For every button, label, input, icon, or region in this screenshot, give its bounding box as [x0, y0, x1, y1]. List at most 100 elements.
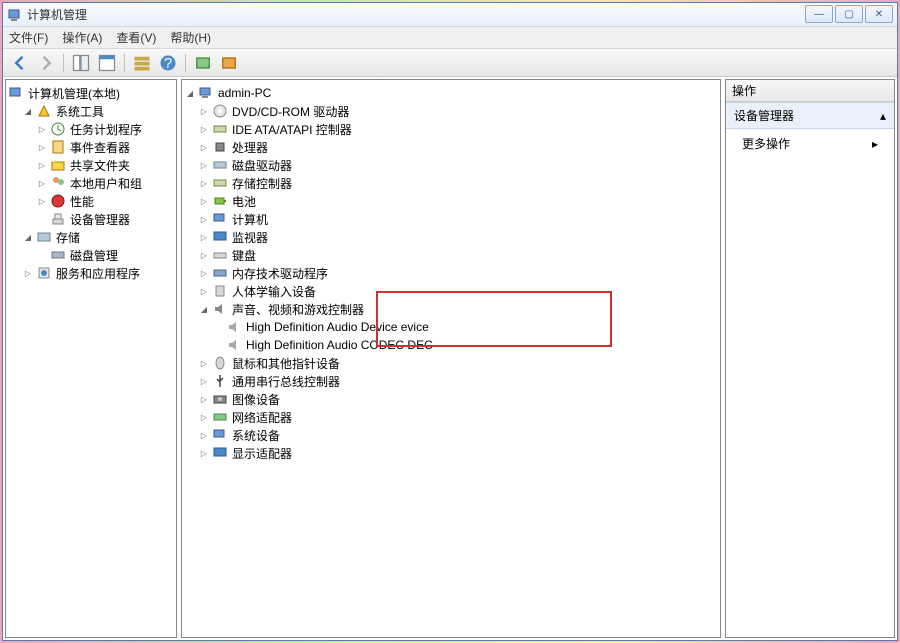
device-root[interactable]: ◢ admin-PC [184, 84, 718, 102]
forward-button[interactable] [35, 52, 57, 74]
tree-device-manager[interactable]: 设备管理器 [8, 210, 174, 228]
monitor-icon [212, 229, 228, 245]
expander-closed-icon[interactable]: ▷ [36, 177, 48, 189]
device-computer[interactable]: ▷计算机 [184, 210, 718, 228]
expander-closed-icon[interactable]: ▷ [198, 105, 210, 117]
expander-spacer [36, 249, 48, 261]
back-button[interactable] [9, 52, 31, 74]
ide-icon [212, 121, 228, 137]
menu-view[interactable]: 查看(V) [116, 29, 156, 46]
cpu-icon [212, 139, 228, 155]
memory-icon [212, 265, 228, 281]
expander-closed-icon[interactable]: ▷ [198, 429, 210, 441]
device-mouse[interactable]: ▷鼠标和其他指针设备 [184, 354, 718, 372]
collapse-icon[interactable]: ▴ [880, 109, 886, 123]
scan-hardware-button[interactable] [192, 52, 214, 74]
left-tree-pane[interactable]: 计算机管理(本地) ◢ 系统工具 ▷ 任务计划程序 ▷ 事件查看器 ▷ 共享文件… [5, 79, 177, 638]
device-ide[interactable]: ▷IDE ATA/ATAPI 控制器 [184, 120, 718, 138]
properties-button[interactable] [96, 52, 118, 74]
device-imaging[interactable]: ▷图像设备 [184, 390, 718, 408]
expander-open-icon[interactable]: ◢ [198, 303, 210, 315]
actions-header: 操作 [726, 80, 894, 102]
device-manager-icon [50, 211, 66, 227]
expander-closed-icon[interactable]: ▷ [198, 411, 210, 423]
menu-help[interactable]: 帮助(H) [170, 29, 211, 46]
menu-action[interactable]: 操作(A) [62, 29, 102, 46]
uninstall-button[interactable] [218, 52, 240, 74]
device-sound[interactable]: ◢声音、视频和游戏控制器 [184, 300, 718, 318]
actions-section-device-manager[interactable]: 设备管理器 ▴ [726, 102, 894, 129]
tree-root-computer-mgmt[interactable]: 计算机管理(本地) [8, 84, 174, 102]
battery-icon [212, 193, 228, 209]
device-memory-tech[interactable]: ▷内存技术驱动程序 [184, 264, 718, 282]
expander-closed-icon[interactable]: ▷ [198, 447, 210, 459]
tree-local-users[interactable]: ▷ 本地用户和组 [8, 174, 174, 192]
app-window: 计算机管理 — ▢ ✕ 文件(F) 操作(A) 查看(V) 帮助(H) ? 计算… [2, 2, 898, 641]
device-keyboard[interactable]: ▷键盘 [184, 246, 718, 264]
device-display[interactable]: ▷显示适配器 [184, 444, 718, 462]
show-hide-console-tree-button[interactable] [70, 52, 92, 74]
expander-closed-icon[interactable]: ▷ [198, 159, 210, 171]
expander-open-icon[interactable]: ◢ [184, 87, 196, 99]
speaker-icon [226, 319, 242, 335]
minimize-button[interactable]: — [805, 5, 833, 23]
dvd-icon [212, 103, 228, 119]
device-battery[interactable]: ▷电池 [184, 192, 718, 210]
expander-closed-icon[interactable]: ▷ [198, 123, 210, 135]
imaging-icon [212, 391, 228, 407]
expander-open-icon[interactable]: ◢ [22, 231, 34, 243]
center-tree-pane[interactable]: ◢ admin-PC ▷DVD/CD-ROM 驱动器 ▷IDE ATA/ATAP… [181, 79, 721, 638]
device-cpu[interactable]: ▷处理器 [184, 138, 718, 156]
device-hd-audio-device[interactable]: High Definition Audio Device evice [184, 318, 718, 336]
help-button[interactable]: ? [157, 52, 179, 74]
expander-closed-icon[interactable]: ▷ [198, 249, 210, 261]
actions-more[interactable]: 更多操作 ▸ [726, 129, 894, 158]
expander-closed-icon[interactable]: ▷ [198, 141, 210, 153]
expander-closed-icon[interactable]: ▷ [198, 393, 210, 405]
tree-event-viewer[interactable]: ▷ 事件查看器 [8, 138, 174, 156]
device-dvd[interactable]: ▷DVD/CD-ROM 驱动器 [184, 102, 718, 120]
tree-storage[interactable]: ◢ 存储 [8, 228, 174, 246]
close-button[interactable]: ✕ [865, 5, 893, 23]
svg-text:?: ? [164, 55, 172, 72]
expander-closed-icon[interactable]: ▷ [198, 195, 210, 207]
device-system[interactable]: ▷系统设备 [184, 426, 718, 444]
toolbar-separator [63, 54, 64, 72]
device-network[interactable]: ▷网络适配器 [184, 408, 718, 426]
device-monitor[interactable]: ▷监视器 [184, 228, 718, 246]
speaker-icon [226, 337, 242, 353]
tree-system-tools[interactable]: ◢ 系统工具 [8, 102, 174, 120]
expander-closed-icon[interactable]: ▷ [198, 177, 210, 189]
task-scheduler-icon [50, 121, 66, 137]
maximize-button[interactable]: ▢ [835, 5, 863, 23]
expander-closed-icon[interactable]: ▷ [198, 375, 210, 387]
expander-closed-icon[interactable]: ▷ [36, 195, 48, 207]
expander-closed-icon[interactable]: ▷ [198, 357, 210, 369]
services-icon [36, 265, 52, 281]
device-storage-ctrl[interactable]: ▷存储控制器 [184, 174, 718, 192]
tree-services-apps[interactable]: ▷ 服务和应用程序 [8, 264, 174, 282]
device-hid[interactable]: ▷人体学输入设备 [184, 282, 718, 300]
view-detail-button[interactable] [131, 52, 153, 74]
expander-closed-icon[interactable]: ▷ [36, 123, 48, 135]
expander-closed-icon[interactable]: ▷ [198, 213, 210, 225]
expander-closed-icon[interactable]: ▷ [198, 231, 210, 243]
expander-closed-icon[interactable]: ▷ [198, 267, 210, 279]
expander-open-icon[interactable]: ◢ [22, 105, 34, 117]
disk-drive-icon [212, 157, 228, 173]
tree-task-scheduler[interactable]: ▷ 任务计划程序 [8, 120, 174, 138]
expander-closed-icon[interactable]: ▷ [36, 141, 48, 153]
system-tools-icon [36, 103, 52, 119]
menu-file[interactable]: 文件(F) [9, 29, 48, 46]
device-disk-drives[interactable]: ▷磁盘驱动器 [184, 156, 718, 174]
expander-closed-icon[interactable]: ▷ [36, 159, 48, 171]
expander-closed-icon[interactable]: ▷ [22, 267, 34, 279]
expander-closed-icon[interactable]: ▷ [198, 285, 210, 297]
tree-shared-folders[interactable]: ▷ 共享文件夹 [8, 156, 174, 174]
computer-icon [212, 211, 228, 227]
tree-performance[interactable]: ▷ 性能 [8, 192, 174, 210]
tree-disk-management[interactable]: 磁盘管理 [8, 246, 174, 264]
device-hd-audio-codec[interactable]: High Definition Audio CODEC DEC [184, 336, 718, 354]
device-usb[interactable]: ▷通用串行总线控制器 [184, 372, 718, 390]
titlebar[interactable]: 计算机管理 — ▢ ✕ [3, 3, 897, 27]
